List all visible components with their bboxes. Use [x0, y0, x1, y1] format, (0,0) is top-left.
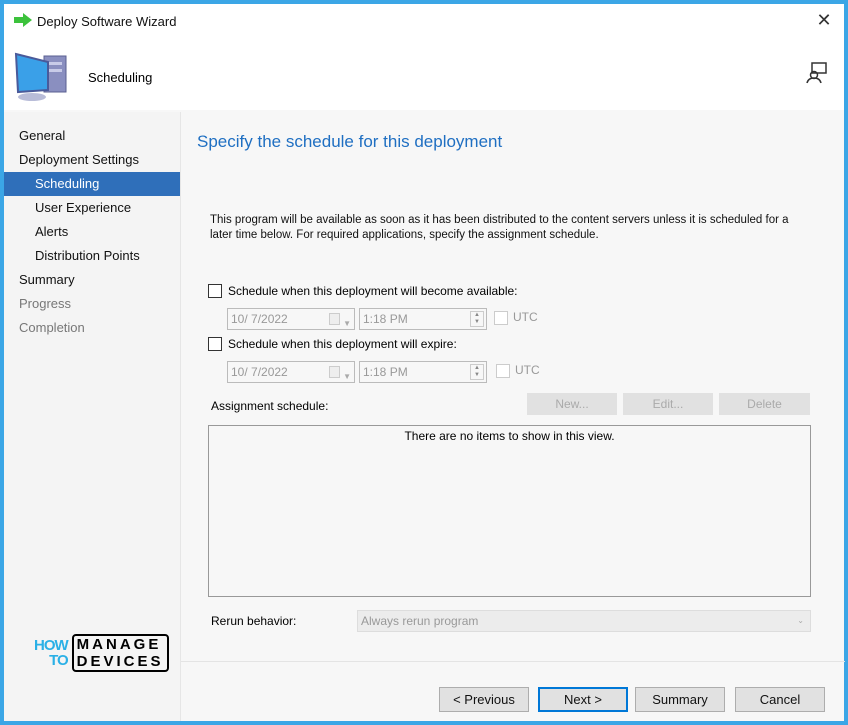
- window-title: Deploy Software Wizard: [37, 14, 177, 29]
- available-time-picker[interactable]: 1:18 PM ▲ ▼: [359, 308, 487, 330]
- spinner-icon[interactable]: ▲ ▼: [470, 311, 484, 327]
- wizard-window: Deploy Software Wizard ✕ Scheduling Gene…: [4, 4, 845, 721]
- logo-manage: MANAGE: [76, 636, 162, 653]
- previous-button[interactable]: < Previous: [439, 687, 529, 712]
- chevron-down-icon: ⌄: [797, 616, 804, 625]
- available-utc-label: UTC: [513, 310, 538, 324]
- expire-date: 10/ 7/2022: [231, 365, 288, 379]
- nav-item-alerts[interactable]: Alerts: [4, 220, 180, 244]
- footer-divider: [181, 661, 845, 662]
- available-utc-checkbox[interactable]: [494, 311, 508, 325]
- close-button[interactable]: ✕: [812, 10, 836, 31]
- expire-time: 1:18 PM: [363, 365, 408, 379]
- rerun-behavior-label: Rerun behavior:: [211, 614, 297, 628]
- available-time: 1:18 PM: [363, 312, 408, 326]
- page-header-title: Scheduling: [88, 70, 153, 85]
- nav-item-completion: Completion: [19, 320, 85, 335]
- assignment-schedule-list[interactable]: There are no items to show in this view.: [208, 425, 811, 597]
- description: This program will be available as soon a…: [210, 214, 789, 241]
- cancel-button[interactable]: Cancel: [735, 687, 825, 712]
- logo-to: TO: [49, 652, 69, 669]
- main-panel: Specify the schedule for this deployment…: [180, 112, 845, 721]
- new-button[interactable]: New...: [527, 393, 617, 415]
- assignment-schedule-label: Assignment schedule:: [211, 399, 329, 413]
- title-bar: Deploy Software Wizard ✕: [4, 4, 844, 40]
- chevron-down-icon: ▼: [343, 372, 351, 381]
- rerun-behavior-value: Always rerun program: [361, 614, 479, 628]
- chevron-down-icon: ▼: [343, 319, 351, 328]
- available-checkbox[interactable]: [208, 284, 222, 298]
- available-date: 10/ 7/2022: [231, 312, 288, 326]
- wizard-nav: General Deployment Settings Scheduling User…: [4, 112, 180, 721]
- nav-item-summary[interactable]: Summary: [4, 268, 180, 292]
- expire-label: Schedule when this deployment will expir…: [228, 337, 457, 351]
- expire-utc-checkbox[interactable]: [496, 364, 510, 378]
- summary-button[interactable]: Summary: [635, 687, 725, 712]
- nav-item-progress: Progress: [19, 296, 72, 311]
- nav-item-user-experience[interactable]: User Experience: [4, 196, 180, 220]
- computer-icon: [14, 52, 67, 101]
- next-button[interactable]: Next >: [538, 687, 628, 712]
- delete-button[interactable]: Delete: [719, 393, 810, 415]
- nav-item-deployment-settings[interactable]: Deployment Settings: [4, 148, 180, 172]
- expire-time-picker[interactable]: 1:18 PM ▲ ▼: [359, 361, 487, 383]
- spinner-icon[interactable]: ▲ ▼: [470, 364, 484, 380]
- page-heading: Specify the schedule for this deployment: [197, 132, 503, 151]
- expire-checkbox[interactable]: [208, 337, 222, 351]
- available-date-picker[interactable]: 10/ 7/2022 ▼: [227, 308, 355, 330]
- green-arrow-icon: [14, 13, 32, 27]
- rerun-behavior-select[interactable]: Always rerun program ⌄: [357, 610, 811, 632]
- available-label: Schedule when this deployment will becom…: [228, 284, 518, 298]
- empty-list-message: There are no items to show in this view.: [404, 429, 615, 443]
- nav-item-general[interactable]: General: [4, 124, 180, 148]
- logo-devices: DEVICES: [76, 653, 164, 670]
- edit-button[interactable]: Edit...: [623, 393, 713, 415]
- calendar-icon: [329, 366, 340, 378]
- nav-item-distribution-points[interactable]: Distribution Points: [4, 244, 180, 268]
- howtomanagedevices-logo: HOW TO MANAGE DEVICES: [34, 634, 169, 672]
- feedback-icon[interactable]: [806, 62, 828, 84]
- nav-item-scheduling[interactable]: Scheduling: [4, 172, 180, 196]
- expire-date-picker[interactable]: 10/ 7/2022 ▼: [227, 361, 355, 383]
- wizard-header: Scheduling: [4, 40, 844, 110]
- expire-utc-label: UTC: [515, 363, 540, 377]
- calendar-icon: [329, 313, 340, 325]
